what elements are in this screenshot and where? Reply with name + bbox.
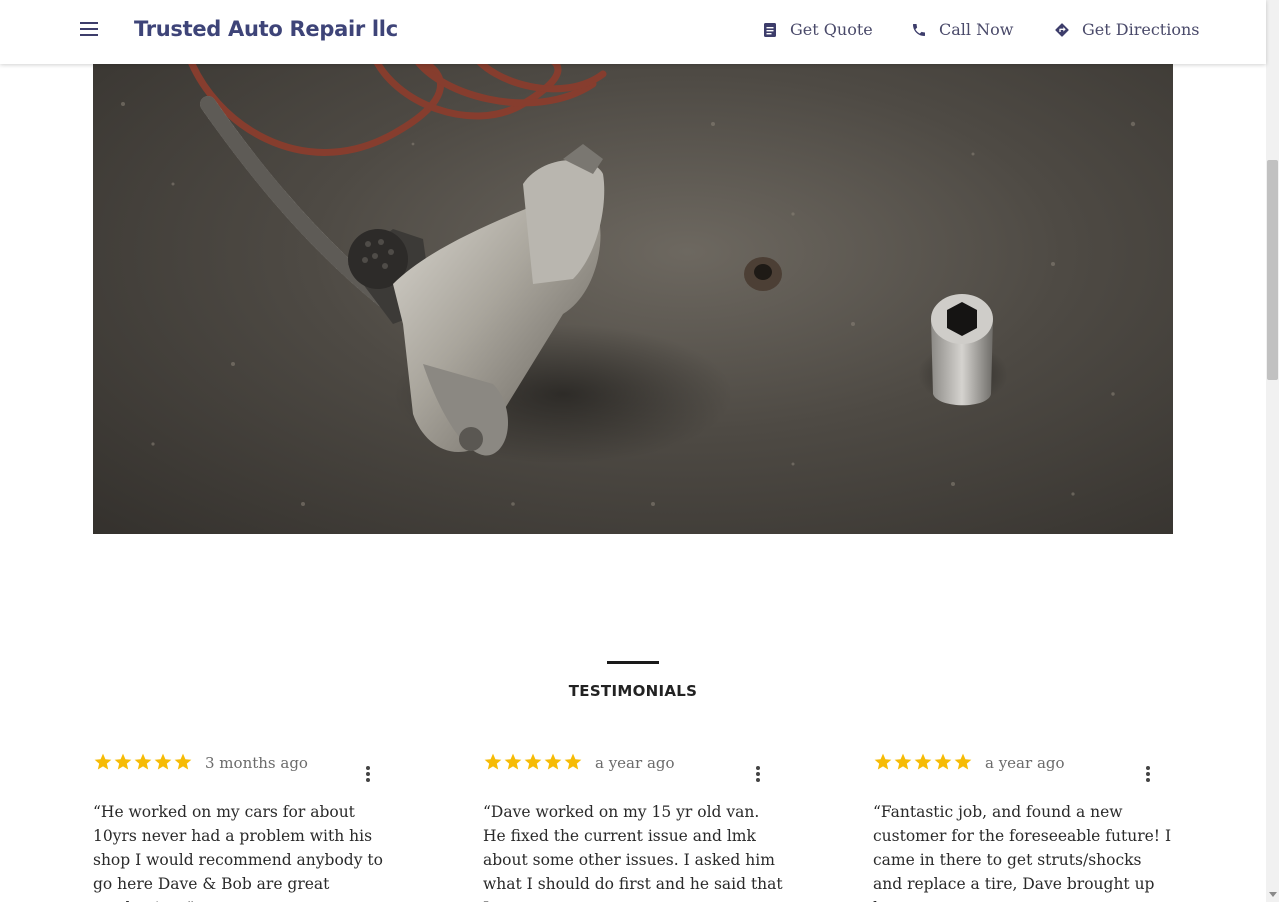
brand-title[interactable]: Trusted Auto Repair llc [134,17,398,41]
star-icon [954,753,972,770]
star-icon [524,753,542,770]
star-rating [873,752,973,772]
quote-doc-icon [764,22,776,37]
get-quote-label: Get Quote [790,20,873,39]
star-icon [874,753,892,770]
review-text: “He worked on my cars for about 10yrs ne… [93,803,383,902]
star-rating [93,752,193,772]
more-vert-icon[interactable] [1143,766,1153,784]
more-vert-icon[interactable] [363,766,373,784]
section-divider [607,661,659,664]
star-icon [504,753,522,770]
star-rating [483,752,583,772]
scroll-down-arrow-icon[interactable] [1269,892,1277,897]
review-time: a year ago [595,754,675,772]
star-icon [914,753,932,770]
get-directions-link[interactable]: Get Directions [1054,20,1199,39]
review-time: 3 months ago [205,754,308,772]
star-icon [894,753,912,770]
star-icon [174,753,192,770]
directions-icon [1055,22,1069,37]
star-icon [484,753,502,770]
star-icon [154,753,172,770]
get-directions-label: Get Directions [1082,20,1200,39]
star-icon [544,753,562,770]
testimonials-title: TESTIMONIALS [568,682,698,700]
top-app-bar: Trusted Auto Repair llc Get Quote Call N… [0,0,1266,64]
star-icon [94,753,112,770]
phone-icon [913,23,925,36]
page-scrollbar[interactable] [1266,0,1279,902]
impact-wrench-illustration [121,64,1136,506]
more-vert-icon[interactable] [753,766,763,784]
hero-image [93,64,1173,534]
review-time: a year ago [985,754,1065,772]
get-quote-link[interactable]: Get Quote [762,20,873,39]
review-text: “Fantastic job, and found a new customer… [873,803,1172,902]
review-text: “Dave worked on my 15 yr old van. He fix… [483,803,783,902]
star-icon [134,753,152,770]
call-now-link[interactable]: Call Now [911,20,1013,39]
scrollbar-thumb[interactable] [1267,160,1278,380]
star-icon [934,753,952,770]
menu-icon[interactable] [80,22,100,42]
star-icon [564,753,582,770]
star-icon [114,753,132,770]
call-now-label: Call Now [939,20,1014,39]
